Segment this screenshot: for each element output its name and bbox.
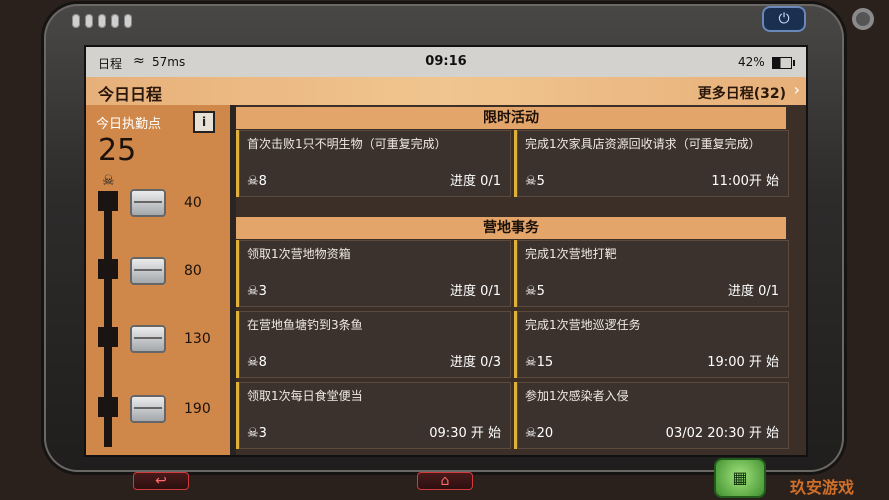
task-status: 09:30 开 始 xyxy=(429,426,501,441)
task-points: ☠5 xyxy=(525,284,545,299)
task-card[interactable]: 参加1次感染者入侵 ☠20 03/02 20:30 开 始 xyxy=(514,382,789,449)
task-card[interactable]: 在营地鱼塘钓到3条鱼 ☠8 进度 0/3 xyxy=(236,311,511,378)
task-title: 领取1次营地物资箱 xyxy=(247,247,351,261)
task-card[interactable]: 领取1次每日食堂便当 ☠3 09:30 开 始 xyxy=(236,382,511,449)
task-status: 进度 0/1 xyxy=(449,284,501,299)
task-points: ☠3 xyxy=(247,284,267,299)
camera-lens xyxy=(852,8,874,30)
milestone-value: 40 xyxy=(184,195,202,211)
milestone-node xyxy=(98,327,118,347)
page-title: 今日日程 xyxy=(98,85,163,104)
skull-icon: ☠ xyxy=(102,173,115,189)
task-title: 完成1次营地巡逻任务 xyxy=(525,318,641,332)
milestone-node xyxy=(98,191,118,211)
status-bar: 日程 ≈ 57ms 09:16 42% xyxy=(86,47,806,77)
skull-icon: ☠ xyxy=(525,426,537,441)
task-status: 进度 0/1 xyxy=(727,284,779,299)
milestone-node xyxy=(98,259,118,279)
reward-chest-icon[interactable] xyxy=(130,189,166,217)
chevron-right-icon[interactable]: › xyxy=(794,80,800,99)
task-title: 首次击败1只不明生物（可重复完成） xyxy=(247,137,447,151)
skull-icon: ☠ xyxy=(525,174,537,189)
speaker-grille xyxy=(72,14,132,28)
back-button[interactable]: ↩ xyxy=(133,472,189,490)
duty-points-panel: 今日执勤点 i 25 ☠ 40 80 130 190 xyxy=(86,105,230,455)
task-points: ☠3 xyxy=(247,426,267,441)
skull-icon: ☠ xyxy=(247,174,259,189)
battery-text: 42% xyxy=(738,55,765,69)
task-points: ☠8 xyxy=(247,355,267,370)
reward-chest-icon[interactable] xyxy=(130,395,166,423)
home-button[interactable]: ⌂ xyxy=(417,472,473,490)
section-header-camp: 营地事务 xyxy=(236,217,786,239)
game-logo-icon: ▦ xyxy=(716,460,764,496)
task-status: 19:00 开 始 xyxy=(707,355,779,370)
task-title: 完成1次家具店资源回收请求（可重复完成） xyxy=(525,137,761,151)
milestone-node xyxy=(98,397,118,417)
task-status: 进度 0/3 xyxy=(449,355,501,370)
watermark: 玖安游戏 xyxy=(790,478,855,497)
skull-icon: ☠ xyxy=(525,355,537,370)
milestone-value: 190 xyxy=(184,401,211,417)
task-card[interactable]: 领取1次营地物资箱 ☠3 进度 0/1 xyxy=(236,240,511,307)
task-title: 领取1次每日食堂便当 xyxy=(247,389,363,403)
battery-icon xyxy=(772,57,795,69)
task-title: 完成1次营地打靶 xyxy=(525,247,617,261)
task-status: 11:00开 始 xyxy=(711,174,779,189)
skull-icon: ☠ xyxy=(247,284,259,299)
more-schedule-link[interactable]: 更多日程(32) xyxy=(698,83,786,103)
skull-icon: ☠ xyxy=(525,284,537,299)
task-title: 在营地鱼塘钓到3条鱼 xyxy=(247,318,363,332)
reward-chest-icon[interactable] xyxy=(130,325,166,353)
skull-icon: ☠ xyxy=(247,355,259,370)
duty-label: 今日执勤点 xyxy=(96,117,162,132)
task-card[interactable]: 首次击败1只不明生物（可重复完成） ☠8 进度 0/1 xyxy=(236,130,511,197)
tasks-panel: 限时活动 首次击败1只不明生物（可重复完成） ☠8 进度 0/1 完成1次家具店… xyxy=(236,105,806,455)
section-header-limited: 限时活动 xyxy=(236,107,786,129)
info-icon[interactable]: i xyxy=(193,111,215,133)
task-card[interactable]: 完成1次家具店资源回收请求（可重复完成） ☠5 11:00开 始 xyxy=(514,130,789,197)
task-card[interactable]: 完成1次营地打靶 ☠5 进度 0/1 xyxy=(514,240,789,307)
reward-chest-icon[interactable] xyxy=(130,257,166,285)
task-points: ☠5 xyxy=(525,174,545,189)
duty-points-value: 25 xyxy=(98,133,137,168)
milestone-value: 130 xyxy=(184,331,211,347)
task-card[interactable]: 完成1次营地巡逻任务 ☠15 19:00 开 始 xyxy=(514,311,789,378)
task-points: ☠8 xyxy=(247,174,267,189)
power-button[interactable]: ⏻ xyxy=(762,6,806,32)
task-title: 参加1次感染者入侵 xyxy=(525,389,629,403)
milestone-value: 80 xyxy=(184,263,202,279)
task-points: ☠15 xyxy=(525,355,554,370)
task-status: 进度 0/1 xyxy=(449,174,501,189)
clock: 09:16 xyxy=(425,54,467,69)
skull-icon: ☠ xyxy=(247,426,259,441)
tablet-screen: 日程 ≈ 57ms 09:16 42% 今日日程 更多日程(32) › 今日执勤… xyxy=(84,45,808,457)
schedule-header: 今日日程 更多日程(32) › xyxy=(86,77,806,105)
task-points: ☠20 xyxy=(525,426,554,441)
task-status: 03/02 20:30 开 始 xyxy=(665,426,779,441)
